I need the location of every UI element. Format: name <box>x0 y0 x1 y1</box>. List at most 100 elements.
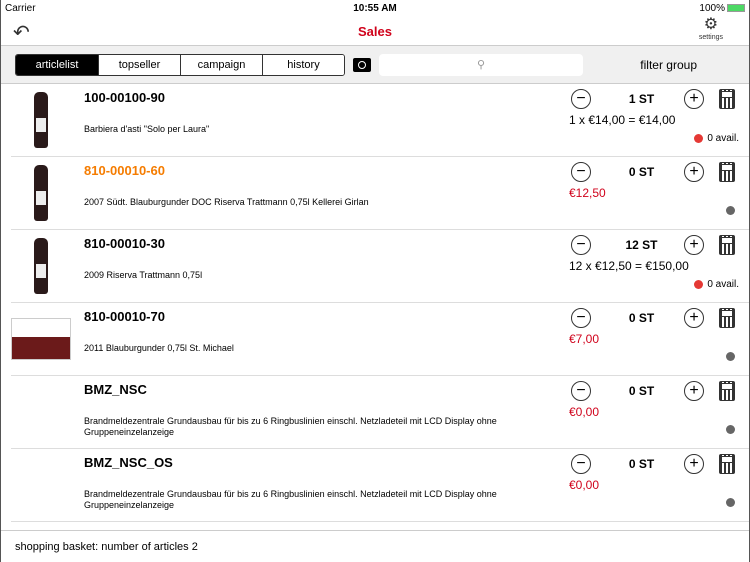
quantity: 0 ST <box>628 165 655 179</box>
price: €12,50 <box>569 186 606 200</box>
quantity-stepper: − 0 ST + <box>559 381 749 403</box>
status-bar: Carrier 10:55 AM 100% <box>1 0 749 16</box>
price: €7,00 <box>569 332 600 346</box>
plus-button[interactable]: + <box>684 162 704 182</box>
article-thumbnail <box>11 88 71 152</box>
tab-articlelist[interactable]: articlelist <box>16 54 98 75</box>
quantity-stepper: − 12 ST + <box>559 235 749 257</box>
availability-label: 0 avail. <box>707 133 739 144</box>
minus-button[interactable]: − <box>571 308 591 328</box>
article-thumbnail <box>11 380 71 444</box>
article-thumbnail <box>11 307 71 371</box>
availability-dot-icon <box>726 425 735 434</box>
quantity-stepper: − 1 ST + <box>559 89 749 111</box>
battery: 100% <box>699 3 745 14</box>
plus-button[interactable]: + <box>684 454 704 474</box>
search-input[interactable]: ⚲ <box>379 53 583 76</box>
calculator-icon[interactable] <box>719 89 735 109</box>
toolbar: articlelist topseller campaign history ⚲… <box>1 46 749 84</box>
availability-dot-icon <box>694 134 704 143</box>
nav-bar: ↶ Sales ⚙ settings <box>1 16 749 46</box>
availability: 0 avail. <box>694 279 739 290</box>
carrier: Carrier <box>5 2 36 14</box>
table-row[interactable]: BMZ_NSC_OS Brandmeldezentrale Grundausba… <box>11 449 749 522</box>
price: €0,00 <box>569 405 600 419</box>
calculator-icon[interactable] <box>719 235 735 255</box>
settings-button[interactable]: ⚙ settings <box>699 16 723 41</box>
availability-label: 0 avail. <box>707 279 739 290</box>
article-list: 100-00100-90 Barbiera d'asti "Solo per L… <box>1 84 749 530</box>
minus-button[interactable]: − <box>571 162 591 182</box>
article-description: 2007 Südt. Blauburgunder DOC Riserva Tra… <box>84 197 369 207</box>
calculator-icon[interactable] <box>719 381 735 401</box>
plus-button[interactable]: + <box>684 235 704 255</box>
price: 12 x €12,50 = €150,00 <box>569 259 689 273</box>
availability <box>726 498 739 507</box>
price: 1 x €14,00 = €14,00 <box>569 113 676 127</box>
minus-button[interactable]: − <box>571 235 591 255</box>
article-code: 810-00010-70 <box>84 309 165 324</box>
table-row[interactable]: BMZ_NSC Brandmeldezentrale Grundausbau f… <box>11 376 749 449</box>
article-thumbnail <box>11 161 71 225</box>
availability <box>726 206 739 215</box>
gear-icon: ⚙ <box>703 16 719 33</box>
article-thumbnail <box>11 453 71 517</box>
page-title: Sales <box>358 24 392 39</box>
availability-dot-icon <box>726 352 735 361</box>
quantity-stepper: − 0 ST + <box>559 308 749 330</box>
article-thumbnail <box>11 234 71 298</box>
battery-icon <box>727 3 745 12</box>
article-code: 810-00010-60 <box>84 163 165 178</box>
tab-topseller[interactable]: topseller <box>98 54 180 75</box>
basket-footer: shopping basket: number of articles 2 <box>1 530 749 562</box>
table-row[interactable]: 100-00100-90 Barbiera d'asti "Solo per L… <box>11 84 749 157</box>
quantity: 0 ST <box>628 457 655 471</box>
table-row[interactable]: 810-00010-60 2007 Südt. Blauburgunder DO… <box>11 157 749 230</box>
table-row[interactable]: 810-00010-30 2009 Riserva Trattmann 0,75… <box>11 230 749 303</box>
wine-bottle-image <box>34 92 48 148</box>
quantity: 0 ST <box>628 384 655 398</box>
plus-button[interactable]: + <box>684 89 704 109</box>
price: €0,00 <box>569 478 600 492</box>
availability-dot-icon <box>726 206 735 215</box>
segmented-tabs: articlelist topseller campaign history <box>15 53 345 76</box>
battery-percent: 100% <box>699 2 725 14</box>
article-description: Brandmeldezentrale Grundausbau für bis z… <box>84 489 497 510</box>
article-description: Barbiera d'asti "Solo per Laura" <box>84 124 210 134</box>
quantity: 1 ST <box>628 92 655 106</box>
wine-bottle-image <box>34 165 48 221</box>
quantity-stepper: − 0 ST + <box>559 162 749 184</box>
calculator-icon[interactable] <box>719 454 735 474</box>
availability: 0 avail. <box>694 133 739 144</box>
plus-button[interactable]: + <box>684 381 704 401</box>
article-description: 2011 Blauburgunder 0,75l St. Michael <box>84 343 234 353</box>
availability <box>726 425 739 434</box>
quantity: 12 ST <box>625 238 658 252</box>
minus-button[interactable]: − <box>571 454 591 474</box>
minus-button[interactable]: − <box>571 89 591 109</box>
availability-dot-icon <box>726 498 735 507</box>
search-icon: ⚲ <box>476 58 486 71</box>
wine-label-image <box>11 318 71 360</box>
article-code: 810-00010-30 <box>84 236 165 251</box>
camera-icon[interactable] <box>353 57 371 72</box>
calculator-icon[interactable] <box>719 308 735 328</box>
minus-button[interactable]: − <box>571 381 591 401</box>
quantity-stepper: − 0 ST + <box>559 454 749 476</box>
table-row[interactable]: 810-00010-70 2011 Blauburgunder 0,75l St… <box>11 303 749 376</box>
settings-label: settings <box>698 34 723 41</box>
plus-button[interactable]: + <box>684 308 704 328</box>
tab-campaign[interactable]: campaign <box>180 54 262 75</box>
article-code: 100-00100-90 <box>84 90 165 105</box>
tab-history[interactable]: history <box>262 54 344 75</box>
article-code: BMZ_NSC <box>84 382 147 397</box>
filter-group-button[interactable]: filter group <box>640 58 697 72</box>
availability-dot-icon <box>694 280 704 289</box>
article-description: Brandmeldezentrale Grundausbau für bis z… <box>84 416 497 437</box>
wine-bottle-image <box>34 238 48 294</box>
article-code: BMZ_NSC_OS <box>84 455 173 470</box>
article-description: 2009 Riserva Trattmann 0,75l <box>84 270 203 280</box>
quantity: 0 ST <box>628 311 655 325</box>
calculator-icon[interactable] <box>719 162 735 182</box>
clock: 10:55 AM <box>353 2 397 14</box>
